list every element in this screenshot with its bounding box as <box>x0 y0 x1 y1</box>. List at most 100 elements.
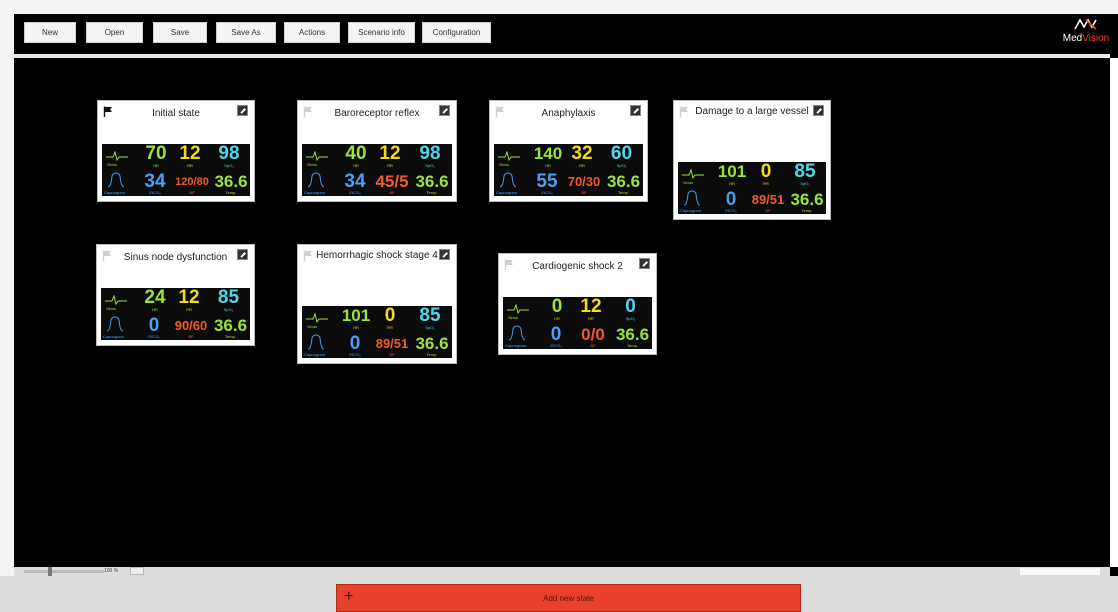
hr-label: HR <box>153 163 159 168</box>
rhythm-label: Sinus <box>307 324 318 329</box>
rr-value: 32 <box>571 143 593 164</box>
flag-icon[interactable] <box>102 250 112 261</box>
configuration-button[interactable]: Configuration <box>422 22 491 43</box>
ecg-waveform-icon <box>105 295 127 305</box>
edit-icon[interactable] <box>439 249 450 260</box>
logo-mark-icon <box>1056 18 1116 33</box>
temp-value: 36.6 <box>415 172 449 191</box>
bp-label: BP <box>188 334 194 339</box>
state-title: Hemorrhagic shock stage 4 <box>316 250 438 261</box>
flag-icon[interactable] <box>103 106 113 117</box>
vital-signs-monitor: Sinus 0 HR 12 RR 0 SpO₂ Capnogram 0 EtCO… <box>503 297 652 349</box>
edit-icon[interactable] <box>237 249 248 260</box>
open-button[interactable]: Open <box>86 22 143 43</box>
hr-value: 140 <box>533 144 563 163</box>
capnogram-label: Capnogram <box>505 343 526 348</box>
state-title: Cardiogenic shock 2 <box>532 261 623 272</box>
bp-value: 0/0 <box>581 325 605 344</box>
rr-value: 12 <box>580 296 602 317</box>
medvision-logo: MedVision <box>1056 18 1116 48</box>
etco2-label: EtCO₂ <box>349 190 361 195</box>
state-card[interactable]: Hemorrhagic shock stage 4 Sinus 101 HR 0… <box>297 244 457 364</box>
temp-label: Temp. <box>801 208 813 213</box>
flag-icon[interactable] <box>303 106 313 117</box>
vital-signs-monitor: Sinus 70 HR 12 RR 98 SpO₂ Capnogram 34 E… <box>102 144 250 196</box>
save-button[interactable]: Save <box>153 22 207 43</box>
toolbar: New Open Save Save As Actions Scenario i… <box>14 14 1118 54</box>
capnogram-waveform-icon <box>107 172 125 188</box>
rhythm-label: Sinus <box>508 315 519 320</box>
temp-value: 36.6 <box>615 325 650 344</box>
state-title: Anaphylaxis <box>541 108 596 119</box>
etco2-value: 34 <box>344 171 366 192</box>
add-new-state-button[interactable]: + Add new state <box>336 584 801 612</box>
temp-value: 36.6 <box>606 172 641 191</box>
actions-button[interactable]: Actions <box>284 22 340 43</box>
rhythm-label: Sinus <box>107 162 118 167</box>
zoom-slider-thumb[interactable] <box>48 567 52 576</box>
state-title: Baroreceptor reflex <box>334 108 420 119</box>
rr-value: 12 <box>178 287 200 308</box>
bp-label: BP <box>389 352 395 357</box>
temp-label: Temp. <box>426 190 438 195</box>
vital-signs-monitor: Sinus 101 HR 0 RR 85 SpO₂ Capnogram 0 Et… <box>302 306 452 358</box>
capnogram-label: Capnogram <box>103 334 124 339</box>
edit-icon[interactable] <box>237 105 248 116</box>
window-left-edge <box>0 0 14 612</box>
flag-icon[interactable] <box>303 250 313 261</box>
zoom-reset-button[interactable] <box>130 567 144 575</box>
etco2-value: 0 <box>349 333 361 354</box>
ecg-waveform-icon <box>498 151 520 161</box>
rhythm-label: Sinus <box>307 162 318 167</box>
edit-icon[interactable] <box>439 105 450 116</box>
bp-label: BP <box>581 190 587 195</box>
edit-icon[interactable] <box>630 105 641 116</box>
bp-value: 45/5 <box>375 172 409 191</box>
bp-label: BP <box>389 190 395 195</box>
state-card[interactable]: Anaphylaxis Sinus 140 HR 32 RR 60 SpO₂ C… <box>489 100 648 202</box>
state-card[interactable]: Damage to a large vessel Sinus 101 HR 0 … <box>673 100 831 220</box>
edit-icon[interactable] <box>639 258 650 269</box>
save-as-button[interactable]: Save As <box>216 22 276 43</box>
state-card[interactable]: Baroreceptor reflex Sinus 40 HR 12 RR 98… <box>297 100 457 202</box>
state-title: Damage to a large vessel <box>695 106 809 117</box>
zoom-slider[interactable] <box>24 570 104 573</box>
etco2-label: EtCO₂ <box>148 334 160 339</box>
flag-icon[interactable] <box>495 106 505 117</box>
logo-text-vision: Vision <box>1082 33 1110 44</box>
spo2-value: 85 <box>217 287 240 308</box>
etco2-value: 0 <box>148 315 160 336</box>
vertical-scrollbar[interactable] <box>1110 58 1118 567</box>
rhythm-label: Sinus <box>499 162 510 167</box>
horizontal-scrollbar[interactable] <box>14 567 1110 576</box>
logo-text-med: Med <box>1062 33 1083 44</box>
capnogram-label: Capnogram <box>304 352 325 357</box>
rr-value: 12 <box>379 143 401 164</box>
edit-icon[interactable] <box>813 105 824 116</box>
rr-label: RR <box>763 181 769 186</box>
state-card[interactable]: Initial state Sinus 70 HR 12 RR 98 SpO₂ … <box>97 100 255 202</box>
state-title: Sinus node dysfunction <box>123 252 228 263</box>
hr-value: 40 <box>345 143 367 164</box>
bp-value: 90/60 <box>174 318 208 333</box>
vital-signs-monitor: Sinus 24 HR 12 RR 85 SpO₂ Capnogram 0 Et… <box>101 288 250 340</box>
hr-label: HR <box>545 163 551 168</box>
spo2-value: 0 <box>625 296 636 317</box>
flag-icon[interactable] <box>679 106 689 117</box>
flag-icon[interactable] <box>504 259 514 270</box>
state-card[interactable]: Sinus node dysfunction Sinus 24 HR 12 RR… <box>96 244 255 346</box>
add-new-state-label: Add new state <box>543 594 594 603</box>
temp-label: Temp. <box>618 190 629 195</box>
state-card[interactable]: Cardiogenic shock 2 Sinus 0 HR 12 RR 0 S… <box>498 253 657 355</box>
new-button[interactable]: New <box>24 22 76 43</box>
rhythm-label: Sinus <box>106 306 117 311</box>
rr-value: 0 <box>384 305 396 326</box>
spo2-value: 85 <box>419 305 441 326</box>
hr-label: HR <box>729 181 735 186</box>
hr-value: 0 <box>551 296 563 317</box>
scenario-info-button[interactable]: Scenario info <box>348 22 415 43</box>
ecg-waveform-icon <box>507 304 529 314</box>
bp-label: BP <box>189 190 195 195</box>
bp-value: 70/30 <box>567 174 601 189</box>
horizontal-scrollbar-thumb[interactable] <box>1020 568 1100 575</box>
